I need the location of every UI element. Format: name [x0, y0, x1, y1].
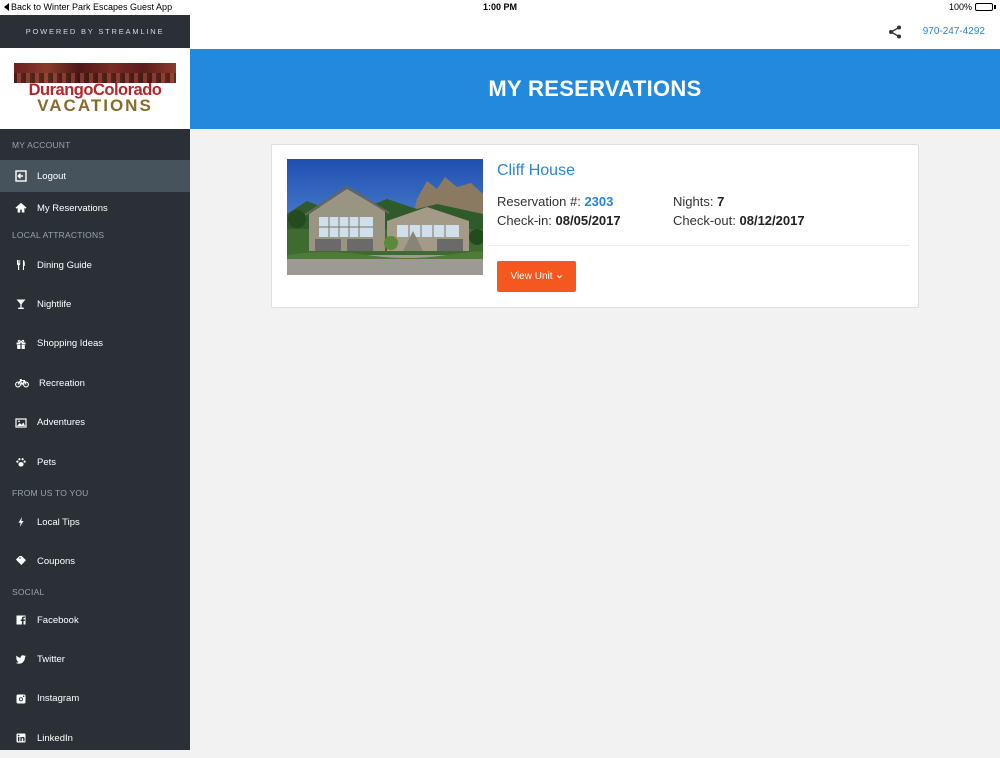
sidebar-item-label: Instagram — [37, 693, 80, 704]
bicycle-icon — [14, 376, 30, 390]
sidebar-item-linkedin[interactable]: LinkedIn — [0, 718, 190, 758]
powered-by: POWERED BY STREAMLINE — [0, 15, 190, 48]
sidebar-item-label: Dining Guide — [37, 259, 92, 271]
facebook-icon — [14, 613, 28, 627]
page-header: MY RESERVATIONS — [190, 49, 1000, 129]
sidebar-item-shopping[interactable]: Shopping Ideas — [0, 324, 190, 363]
reservation-label: Reservation #: — [497, 194, 581, 209]
chevron-down-icon — [556, 275, 562, 279]
sidebar-item-label: Nightlife — [37, 298, 72, 310]
top-bar: 970-247-4292 — [190, 15, 1000, 49]
sidebar-item-dining[interactable]: Dining Guide — [0, 246, 190, 284]
nights-value: 7 — [717, 194, 725, 209]
sidebar-item-label: Facebook — [37, 614, 79, 626]
sidebar-item-label: Recreation — [39, 377, 85, 389]
sidebar-item-label: Shopping Ideas — [37, 338, 104, 349]
home-icon — [14, 201, 28, 215]
logout-icon — [14, 169, 28, 183]
checkin-label: Check-in: — [497, 213, 552, 228]
checkin-value: 08/05/2017 — [555, 213, 621, 228]
reservation-card: Cliff House Reservation #: 2303 Nights: … — [271, 144, 919, 308]
sidebar-item-coupons[interactable]: Coupons — [0, 541, 190, 581]
share-icon — [889, 25, 901, 39]
page-title: MY RESERVATIONS — [488, 76, 702, 101]
sidebar-item-twitter[interactable]: Twitter — [0, 639, 190, 679]
sidebar-item-local-tips[interactable]: Local Tips — [0, 503, 190, 541]
section-my-account: MY ACCOUNT — [12, 140, 71, 150]
logo-line2: VACATIONS — [37, 95, 153, 115]
utensils-icon — [14, 258, 28, 272]
section-social: SOCIAL — [12, 587, 45, 597]
sidebar-item-logout[interactable]: Logout — [0, 160, 190, 192]
sidebar-item-pets[interactable]: Pets — [0, 442, 190, 482]
paw-icon — [14, 455, 28, 469]
battery-indicator: 100% — [949, 2, 996, 12]
battery-percent: 100% — [948, 2, 972, 12]
section-local-attractions: LOCAL ATTRACTIONS — [12, 230, 105, 240]
checkout-row: Check-out: 08/12/2017 — [673, 213, 805, 228]
gift-icon — [14, 337, 28, 351]
status-time: 1:00 PM — [482, 2, 517, 12]
sidebar-item-label: Local Tips — [37, 516, 80, 528]
twitter-icon — [14, 652, 28, 666]
sidebar-item-label: Pets — [37, 456, 57, 468]
nights-row: Nights: 7 — [673, 194, 724, 209]
sidebar-item-label: Adventures — [37, 417, 86, 428]
checkin-row: Check-in: 08/05/2017 — [497, 213, 621, 228]
bolt-icon — [14, 515, 28, 529]
sidebar: POWERED BY STREAMLINE DurangoColorado VA… — [0, 15, 190, 750]
share-button[interactable] — [887, 24, 903, 40]
view-unit-label: View Unit — [510, 271, 553, 282]
sidebar-item-label: Coupons — [37, 555, 76, 567]
status-bar: Back to Winter Park Escapes Guest App 1:… — [0, 0, 1000, 15]
sidebar-item-label: Twitter — [37, 653, 65, 665]
image-icon — [14, 416, 28, 430]
view-unit-button[interactable]: View Unit — [497, 261, 576, 292]
cocktail-icon — [14, 297, 28, 311]
sidebar-item-instagram[interactable]: Instagram — [0, 679, 190, 718]
section-from-us: FROM US TO YOU — [12, 488, 89, 498]
checkout-value: 08/12/2017 — [739, 213, 805, 228]
linkedin-icon — [14, 731, 28, 745]
reservation-number-row: Reservation #: 2303 — [497, 194, 613, 209]
sidebar-item-my-reservations[interactable]: My Reservations — [0, 192, 190, 224]
property-photo[interactable] — [287, 159, 483, 275]
sidebar-item-nightlife[interactable]: Nightlife — [0, 284, 190, 324]
card-divider — [489, 245, 910, 246]
logo-image: DurangoColorado VACATIONS — [14, 62, 176, 115]
sidebar-item-recreation[interactable]: Recreation — [0, 363, 190, 403]
property-name[interactable]: Cliff House — [497, 162, 575, 180]
reservation-number: 2303 — [584, 194, 614, 209]
sidebar-item-adventures[interactable]: Adventures — [0, 403, 190, 442]
sidebar-item-facebook[interactable]: Facebook — [0, 601, 190, 639]
brand-logo[interactable]: DurangoColorado VACATIONS — [0, 48, 190, 129]
instagram-icon — [14, 692, 28, 706]
nights-label: Nights: — [673, 194, 714, 209]
checkout-label: Check-out: — [673, 213, 736, 228]
sidebar-item-label: My Reservations — [37, 202, 108, 214]
tag-icon — [14, 554, 28, 568]
phone-link[interactable]: 970-247-4292 — [923, 26, 985, 37]
battery-icon — [975, 3, 993, 11]
sidebar-item-label: Logout — [37, 170, 67, 182]
sidebar-item-label: LinkedIn — [37, 732, 73, 744]
